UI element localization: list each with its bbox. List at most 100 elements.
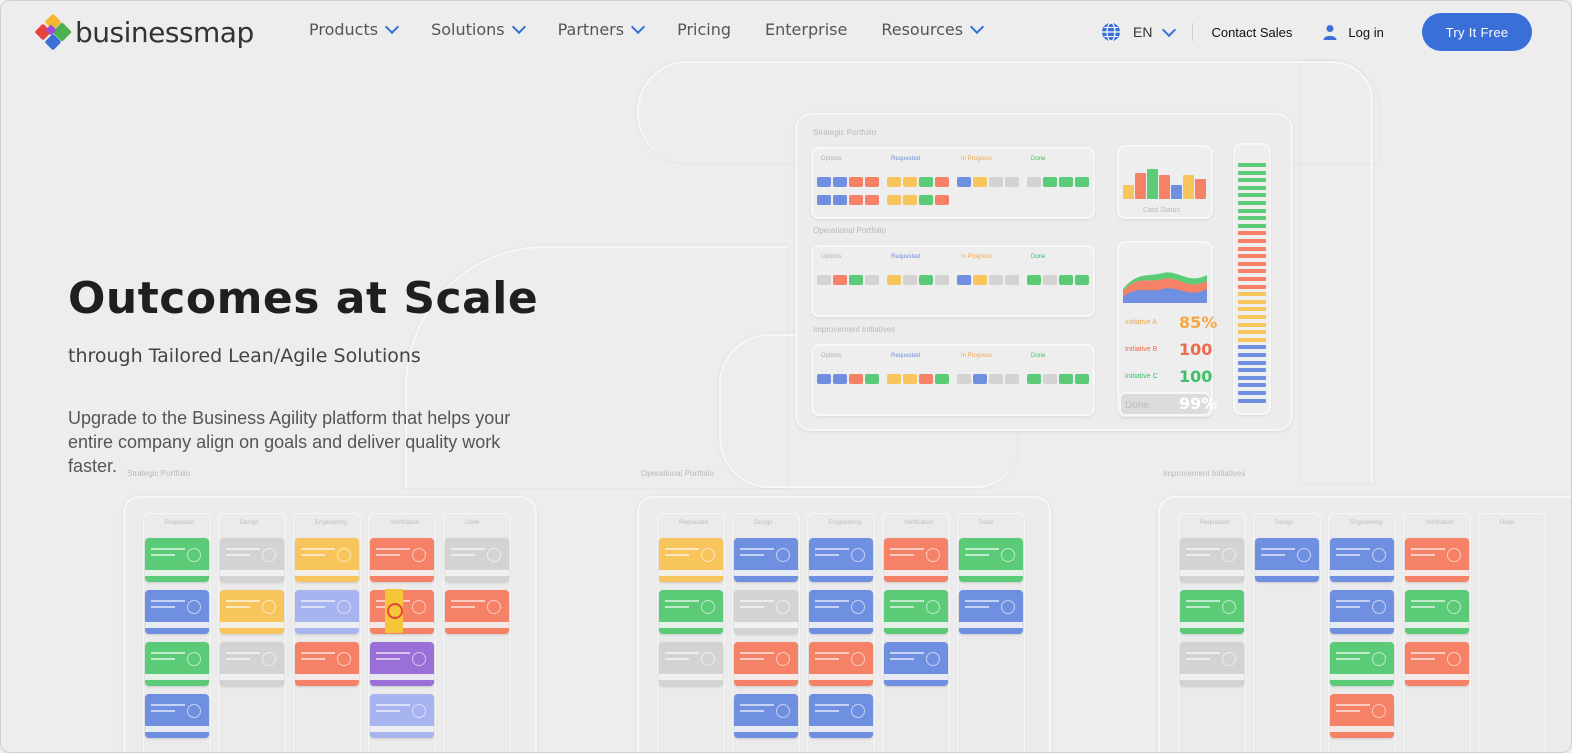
card-detail (965, 554, 989, 556)
kanban-card (659, 590, 723, 634)
nav-item-pricing[interactable]: Pricing (677, 20, 731, 39)
card-detail (412, 600, 426, 614)
card-detail (1405, 622, 1469, 628)
meter-segment (1238, 277, 1266, 281)
status-square (919, 195, 933, 205)
card-detail (965, 606, 989, 608)
card-detail (187, 704, 201, 718)
card-detail (262, 652, 276, 666)
status-square (919, 374, 933, 384)
card-detail (815, 548, 849, 550)
meter-segment (1238, 383, 1266, 388)
card-detail (809, 674, 873, 680)
status-square (935, 177, 949, 187)
nav-item-products[interactable]: Products (309, 19, 400, 39)
card-detail (145, 674, 209, 680)
nav-label: Solutions (431, 20, 505, 39)
card-detail (226, 548, 260, 550)
meter-segment (1238, 322, 1266, 327)
card-detail (220, 674, 284, 680)
status-square (1075, 275, 1089, 285)
card-detail (851, 704, 865, 718)
card-detail (151, 606, 175, 608)
card-detail (701, 652, 715, 666)
card-detail (301, 658, 325, 660)
card-detail (965, 548, 999, 550)
card-detail (301, 554, 325, 556)
meter-segment (1238, 261, 1266, 266)
card-detail (1405, 570, 1469, 576)
card-detail (295, 622, 359, 628)
status-square (1027, 374, 1041, 384)
card-detail (337, 652, 351, 666)
card-detail (226, 652, 260, 654)
card-detail (809, 622, 873, 628)
card-detail (151, 554, 175, 556)
card-detail (151, 600, 185, 602)
nav-item-solutions[interactable]: Solutions (431, 19, 526, 39)
kanban-lane (1478, 513, 1546, 752)
status-square (865, 195, 879, 205)
area-chart (1123, 272, 1207, 303)
column-label: In Progress (961, 156, 992, 162)
card-detail (151, 710, 175, 712)
login-link[interactable]: Log in (1322, 24, 1384, 40)
meter-segment (1238, 345, 1266, 350)
lane-label: Done (465, 520, 480, 526)
card-detail (815, 606, 839, 608)
card-detail (1411, 652, 1445, 654)
card-detail (376, 658, 400, 660)
card-detail (451, 548, 485, 550)
card-detail (740, 606, 764, 608)
kanban-card (959, 590, 1023, 634)
card-detail (1411, 548, 1445, 550)
status-square (957, 275, 971, 285)
contact-sales-link[interactable]: Contact Sales (1211, 25, 1292, 40)
status-square (989, 177, 1003, 187)
card-detail (226, 600, 260, 602)
site-header: businessmap Products Solutions Partners … (1, 1, 1571, 63)
card-detail (151, 548, 185, 550)
language-selector[interactable]: EN (1101, 22, 1177, 42)
nav-item-partners[interactable]: Partners (558, 19, 646, 39)
card-detail (815, 710, 839, 712)
nav-item-enterprise[interactable]: Enterprise (765, 20, 847, 39)
nav-label: Products (309, 20, 379, 39)
board-title: Improvement Initiatives (1163, 469, 1246, 478)
card-detail (740, 548, 774, 550)
status-square (1075, 374, 1089, 384)
status-square (903, 374, 917, 384)
kanban-card (1405, 590, 1469, 634)
card-detail (1186, 606, 1210, 608)
card-detail (851, 600, 865, 614)
card-detail (451, 600, 485, 602)
card-detail (187, 548, 201, 562)
card-detail (1336, 600, 1370, 602)
stat-label: Initiative C (1125, 373, 1158, 380)
status-square (887, 275, 901, 285)
kanban-card (884, 538, 948, 582)
kanban-card (445, 538, 509, 582)
kanban-card (295, 538, 359, 582)
try-it-free-button[interactable]: Try It Free (1422, 13, 1532, 51)
kanban-card (734, 538, 798, 582)
nav-item-resources[interactable]: Resources (881, 19, 985, 39)
kanban-card (220, 642, 284, 686)
lane-label: Verification (904, 520, 934, 526)
column-label: Options (821, 156, 842, 162)
card-detail (815, 600, 849, 602)
card-detail (1186, 600, 1220, 602)
lane-label: Design (1275, 520, 1294, 526)
status-square (1027, 177, 1041, 187)
card-detail (1180, 570, 1244, 576)
lane-label: Verification (390, 520, 420, 526)
lane-label: Requested (1200, 520, 1230, 526)
card-detail (1186, 548, 1220, 550)
card-detail (890, 606, 914, 608)
brand-logo[interactable]: businessmap (34, 13, 254, 51)
card-detail (151, 658, 175, 660)
status-square (957, 177, 971, 187)
browser-viewport: Strategic Portfolio Operational Portfoli… (0, 0, 1572, 753)
card-detail (734, 726, 798, 732)
card-detail (1336, 652, 1370, 654)
